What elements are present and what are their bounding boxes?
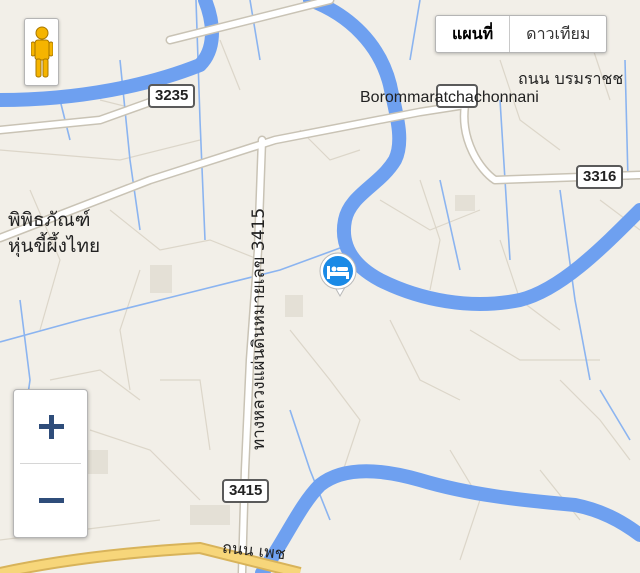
route-shield-3415: 3415 — [222, 479, 270, 503]
bed-icon — [319, 252, 357, 298]
label-highway-vertical: ทางหลวงแผ่นดินหมายเลข 3415 — [249, 207, 269, 450]
label-museum-line2: หุ่นขี้ผึ้งไทย — [8, 235, 101, 257]
map-type-control: แผนที่ ดาวเทียม — [435, 15, 608, 53]
satellite-view-button[interactable]: ดาวเทียม — [510, 16, 606, 52]
pegman-icon — [30, 26, 53, 78]
map-view-button[interactable]: แผนที่ — [436, 16, 509, 52]
hotel-marker[interactable] — [318, 252, 362, 305]
label-borommaratchachonnani: Borommaratchachonnani — [360, 89, 539, 106]
zoom-control — [13, 389, 88, 538]
route-shield-3316: 3316 — [576, 165, 624, 189]
plus-icon — [38, 414, 64, 439]
route-shield-3235: 3235 — [148, 84, 196, 108]
minus-icon — [38, 497, 64, 503]
zoom-in-button[interactable] — [14, 390, 87, 463]
zoom-out-button[interactable] — [14, 464, 87, 537]
label-road-thai-top: ถนน บรมราชช — [518, 69, 624, 88]
street-view-pegman[interactable] — [24, 18, 59, 86]
